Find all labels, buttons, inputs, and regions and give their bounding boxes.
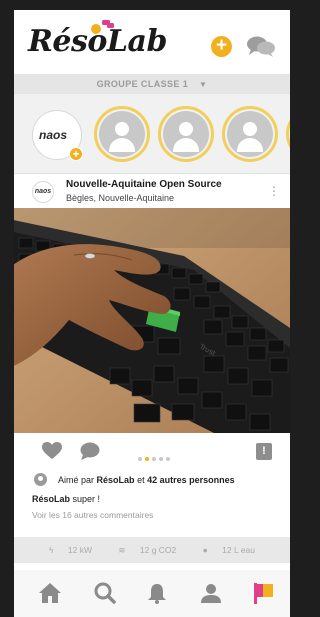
plus-icon[interactable]: + <box>69 147 83 161</box>
group-selector-label: GROUPE CLASSE 1 <box>96 79 189 89</box>
co2-value: 12 g CO2 <box>139 545 177 555</box>
comment-row: RésoLab super ! <box>14 491 290 507</box>
user-icon <box>163 111 209 157</box>
add-post-button[interactable]: + <box>211 36 232 57</box>
post-header: naos Nouvelle-Aquitaine Open Source Bègl… <box>14 174 290 208</box>
user-icon <box>99 111 145 157</box>
story-avatar[interactable] <box>286 106 290 162</box>
see-all-comments-link[interactable]: Voir les 16 autres commentaires <box>14 507 290 523</box>
app-header: RésoLab + <box>14 10 290 74</box>
heart-icon[interactable] <box>42 442 62 460</box>
lightning-icon: ϟ <box>49 545 54 555</box>
user-icon[interactable] <box>199 582 223 604</box>
lightbulb-icon <box>91 20 114 34</box>
carousel-indicator <box>138 448 173 466</box>
story-avatar[interactable] <box>94 106 150 162</box>
more-options-icon[interactable]: ⋮ <box>268 184 280 198</box>
carousel-dot[interactable] <box>159 457 163 461</box>
water-drop-icon: ● <box>202 545 208 555</box>
post-image[interactable]: Trust <box>14 208 290 433</box>
chevron-down-icon: ▼ <box>199 80 208 89</box>
water-stat: ● 12 L eau <box>197 545 261 555</box>
chat-bubbles-icon[interactable] <box>246 34 276 58</box>
carousel-dot[interactable] <box>138 457 142 461</box>
story-avatar[interactable] <box>222 106 278 162</box>
post-author[interactable]: Nouvelle-Aquitaine Open Source <box>66 179 222 190</box>
author-avatar[interactable]: naos <box>32 181 54 203</box>
likes-summary[interactable]: Aimé par RésoLab et 42 autres personnes <box>14 469 290 491</box>
energy-stat: ϟ 12 kW <box>43 545 100 555</box>
energy-value: 12 kW <box>67 545 93 555</box>
app-screen: RésoLab + GROUPE CLASSE 1 ▼ naos + naos … <box>14 10 290 617</box>
user-icon <box>227 111 273 157</box>
home-icon[interactable] <box>38 582 62 604</box>
report-icon[interactable]: ! <box>256 443 272 460</box>
post-location[interactable]: Bègles, Nouvelle-Aquitaine <box>66 193 174 203</box>
likes-prefix: Aimé par <box>58 475 95 485</box>
eco-stats-bar: ϟ 12 kW ≋ 12 g CO2 ● 12 L eau <box>14 537 290 563</box>
post-actions: ! <box>14 433 290 469</box>
carousel-dot[interactable] <box>152 457 156 461</box>
own-story[interactable]: naos + <box>32 110 83 161</box>
likes-middle: et <box>137 475 145 485</box>
comment-author[interactable]: RésoLab <box>32 494 70 504</box>
story-avatar[interactable] <box>158 106 214 162</box>
own-story-label: naos <box>39 128 68 142</box>
water-value: 12 L eau <box>222 545 255 555</box>
flag-icon[interactable] <box>252 582 276 604</box>
search-icon[interactable] <box>93 582 117 604</box>
avatar <box>34 473 47 486</box>
comment-icon[interactable] <box>80 442 100 460</box>
carousel-dot[interactable] <box>166 457 170 461</box>
bottom-tab-bar <box>14 570 290 617</box>
group-selector[interactable]: GROUPE CLASSE 1 ▼ <box>14 74 290 94</box>
carousel-dot[interactable] <box>145 457 149 461</box>
stories-row: naos + <box>14 94 290 174</box>
likes-first-user[interactable]: RésoLab <box>97 475 135 485</box>
bell-icon[interactable] <box>145 582 169 604</box>
comment-text: super ! <box>72 494 101 504</box>
keyboard-photo: Trust <box>14 208 290 433</box>
co2-stat: ≋ 12 g CO2 <box>112 545 184 555</box>
waves-icon: ≋ <box>118 545 126 555</box>
likes-others[interactable]: 42 autres personnes <box>147 475 235 485</box>
